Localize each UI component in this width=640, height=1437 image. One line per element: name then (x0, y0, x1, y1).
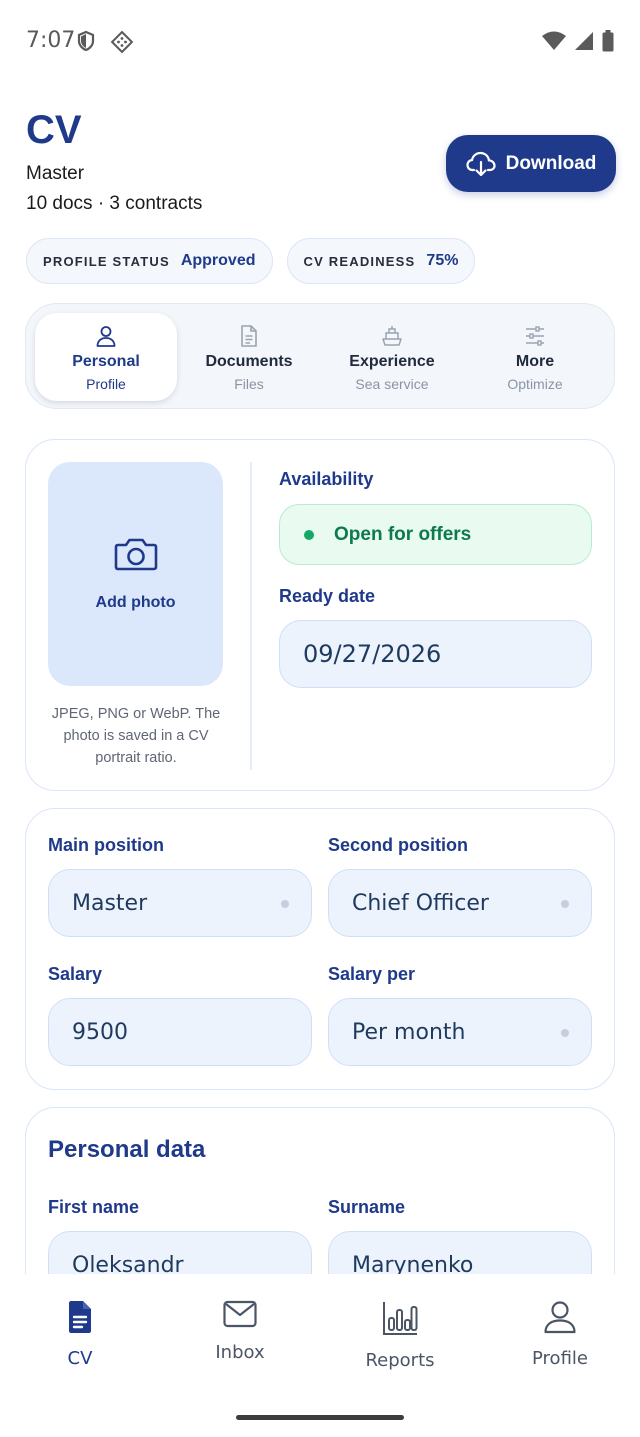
second-position-select[interactable]: Chief Officer (328, 869, 592, 937)
status-right-icons (542, 30, 614, 52)
main-position-select[interactable]: Master (48, 869, 312, 937)
second-position-label: Second position (328, 835, 469, 855)
cv-readiness-pill: CV READINESS 75% (286, 238, 476, 284)
tab-title: Personal (72, 352, 140, 370)
nav-cv[interactable]: CV (20, 1300, 140, 1369)
nav-inbox[interactable]: Inbox (180, 1300, 300, 1363)
dropdown-indicator (281, 900, 289, 908)
grid-diamond-icon (110, 30, 134, 54)
second-position-value: Chief Officer (352, 890, 489, 916)
nav-label: Inbox (215, 1342, 265, 1363)
document-icon (241, 324, 257, 347)
status-pills: PROFILE STATUS Approved CV READINESS 75% (26, 238, 476, 284)
status-bar: 7:07 (0, 0, 640, 84)
ship-icon (382, 325, 402, 346)
main-position-value: Master (72, 890, 148, 916)
pill-key: PROFILE STATUS (43, 253, 170, 269)
add-photo-label: Add photo (95, 594, 176, 611)
nav-label: Reports (365, 1350, 435, 1371)
nav-profile[interactable]: Profile (500, 1300, 620, 1369)
add-photo-button[interactable]: Add photo (48, 462, 223, 686)
nav-label: CV (67, 1348, 93, 1369)
tab-subtitle: Files (234, 375, 264, 392)
ready-date-value: 09/27/2026 (303, 640, 442, 668)
wifi-icon (542, 31, 566, 50)
pill-value: 75% (426, 252, 459, 269)
section-tabs: Personal Profile Documents Files Experie… (25, 303, 615, 409)
surname-label: Surname (328, 1197, 406, 1217)
cloud-download-icon (466, 151, 496, 176)
tab-title: More (515, 352, 555, 370)
status-dot (304, 529, 314, 540)
tab-subtitle: Optimize (507, 375, 563, 392)
tab-documents[interactable]: Documents Files (178, 313, 320, 401)
sliders-icon (526, 325, 544, 346)
tab-more[interactable]: More Optimize (464, 313, 606, 401)
first-name-label: First name (48, 1197, 140, 1217)
cv-header: CV Master 10 docs · 3 contracts Download (26, 108, 616, 215)
availability-select[interactable]: Open for offers (279, 504, 592, 565)
salary-per-value: Per month (352, 1019, 466, 1045)
tab-experience[interactable]: Experience Sea service (321, 313, 463, 401)
availability-card: Add photo JPEG, PNG or WebP. The photo i… (25, 439, 615, 791)
photo-help-text: JPEG, PNG or WebP. The photo is saved in… (51, 706, 221, 766)
personal-data-title: Personal data (48, 1136, 206, 1163)
positions-card: Main position Master Second position Chi… (25, 808, 615, 1090)
availability-label: Availability (279, 469, 374, 489)
person-icon (96, 325, 116, 347)
nav-reports[interactable]: Reports (340, 1300, 460, 1371)
salary-input[interactable]: 9500 (48, 998, 312, 1066)
pill-key: CV READINESS (303, 253, 416, 269)
ready-date-label: Ready date (279, 586, 376, 606)
salary-label: Salary (48, 964, 103, 984)
dropdown-indicator (561, 1029, 569, 1037)
tab-subtitle: Sea service (355, 375, 429, 392)
availability-value: Open for offers (334, 523, 472, 545)
tab-personal[interactable]: Personal Profile (35, 313, 177, 401)
status-time: 7:07 (26, 28, 76, 53)
camera-icon (114, 538, 157, 571)
salary-per-label: Salary per (328, 964, 416, 984)
ready-date-field[interactable]: 09/27/2026 (279, 620, 592, 688)
shield-icon (77, 30, 95, 52)
dropdown-indicator (561, 900, 569, 908)
download-button[interactable]: Download (446, 135, 616, 192)
divider (250, 462, 252, 770)
profile-status-pill: PROFILE STATUS Approved (26, 238, 273, 284)
tab-title: Experience (349, 352, 435, 370)
cv-document-icon (69, 1301, 91, 1333)
cv-meta: 10 docs · 3 contracts (26, 193, 203, 214)
main-position-label: Main position (48, 835, 164, 855)
pill-value: Approved (180, 252, 256, 269)
person-icon (544, 1301, 576, 1334)
bottom-navigation: CV Inbox Reports Profile (0, 1274, 640, 1437)
mail-icon (223, 1300, 257, 1328)
bar-chart-icon (383, 1302, 418, 1335)
tab-title: Documents (205, 352, 293, 370)
nav-label: Profile (532, 1348, 588, 1369)
salary-per-select[interactable]: Per month (328, 998, 592, 1066)
home-indicator[interactable] (236, 1415, 404, 1420)
battery-icon (602, 30, 614, 52)
status-left-icons (76, 30, 134, 54)
download-label: Download (505, 152, 597, 174)
signal-icon (575, 32, 593, 50)
tab-subtitle: Profile (86, 375, 126, 392)
salary-value: 9500 (72, 1019, 128, 1045)
